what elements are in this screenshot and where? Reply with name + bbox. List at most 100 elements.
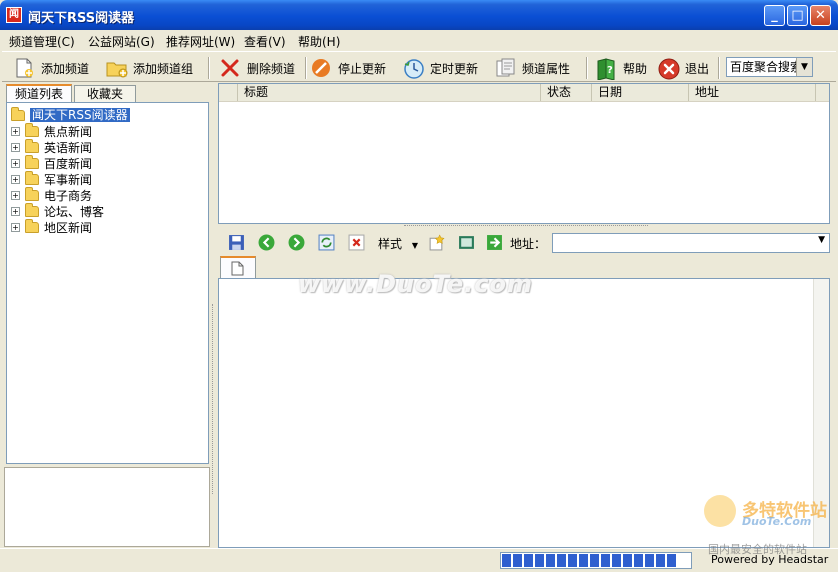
close-button[interactable]: ✕ (810, 5, 831, 26)
forward-icon[interactable] (288, 234, 305, 251)
folder-icon (25, 138, 39, 153)
list-header: 标题 状态 日期 地址 (219, 84, 829, 102)
new-document-icon (14, 58, 34, 78)
menu-channel-management[interactable]: 频道管理(C) (9, 33, 75, 50)
tree-root-item[interactable]: 闻天下RSS阅读器 (11, 106, 130, 123)
expand-icon[interactable]: + (11, 206, 20, 216)
vertical-splitter[interactable] (211, 84, 217, 548)
progress-block (546, 554, 555, 567)
folder-icon (25, 186, 39, 201)
menu-public-sites[interactable]: 公益网站(G) (88, 33, 155, 50)
address-input[interactable]: ▼ (552, 233, 830, 253)
expand-icon[interactable]: + (11, 174, 20, 184)
menu-recommended-urls[interactable]: 推荐网址(W) (166, 33, 235, 50)
menu-help[interactable]: 帮助(H) (298, 33, 340, 50)
progress-block (579, 554, 588, 567)
expand-icon[interactable]: + (11, 126, 20, 136)
exit-label: 退出 (685, 61, 710, 76)
column-header-blank[interactable] (219, 84, 238, 101)
help-label: 帮助 (623, 61, 648, 76)
delete-x-icon (220, 58, 240, 78)
column-header-title[interactable]: 标题 (238, 84, 541, 101)
folder-icon (25, 218, 39, 233)
window-title: 闻天下RSS阅读器 (28, 11, 135, 26)
expand-icon[interactable]: + (11, 222, 20, 232)
blank-page-icon (231, 261, 244, 276)
properties-icon (495, 58, 515, 78)
add-channel-button[interactable]: 添加频道 (14, 56, 89, 80)
channel-properties-label: 频道属性 (522, 61, 571, 76)
timed-update-label: 定时更新 (430, 61, 479, 76)
fullscreen-icon[interactable] (458, 234, 475, 251)
tree-item[interactable]: + 电子商务 (11, 186, 93, 203)
channel-tree[interactable]: 闻天下RSS阅读器 + 焦点新闻 + 英语新闻 + 百度新闻 + 军事新闻 + 电子商务 … (6, 102, 209, 464)
tree-item-label: 电子商务 (44, 188, 93, 203)
tree-item[interactable]: + 英语新闻 (11, 138, 92, 155)
menu-view[interactable]: 查看(V) (244, 33, 286, 50)
expand-icon[interactable]: + (11, 190, 20, 200)
column-header-address[interactable]: 地址 (689, 84, 816, 101)
go-icon[interactable] (486, 234, 503, 251)
app-icon[interactable]: 闻 (6, 7, 22, 23)
save-icon[interactable] (228, 234, 245, 251)
expand-icon[interactable]: + (11, 158, 20, 168)
exit-button[interactable]: 退出 (658, 56, 709, 80)
maximize-button[interactable]: □ (787, 5, 808, 26)
progress-block (634, 554, 643, 567)
back-icon[interactable] (258, 234, 275, 251)
channel-properties-button[interactable]: 频道属性 (495, 56, 570, 80)
menu-bar: 频道管理(C) 公益网站(G) 推荐网址(W) 查看(V) 帮助(H) (0, 30, 838, 50)
watermark-note: 国内最安全的软件站 (708, 543, 807, 556)
tree-item[interactable]: + 焦点新闻 (11, 122, 92, 139)
chevron-down-icon[interactable]: ▼ (818, 235, 825, 245)
tree-item[interactable]: + 军事新闻 (11, 170, 92, 187)
horizontal-splitter[interactable] (218, 224, 830, 230)
style-label: 样式 (378, 237, 403, 251)
help-button[interactable]: ? 帮助 (596, 56, 648, 81)
tree-item[interactable]: + 论坛、博客 (11, 202, 104, 219)
progress-block (568, 554, 577, 567)
progress-block (535, 554, 544, 567)
folder-icon (25, 154, 39, 169)
help-book-icon: ? (596, 58, 616, 81)
progress-block (645, 554, 654, 567)
expand-icon[interactable]: + (11, 142, 20, 152)
browser-tab[interactable] (220, 256, 256, 278)
delete-channel-button[interactable]: 删除频道 (220, 56, 295, 80)
column-header-date[interactable]: 日期 (592, 84, 689, 101)
toolbar-separator (305, 57, 307, 79)
add-channel-label: 添加频道 (41, 61, 90, 76)
progress-block (524, 554, 533, 567)
stop-page-icon[interactable] (348, 234, 365, 251)
splitter-grip[interactable] (212, 304, 216, 494)
tree-item[interactable]: + 地区新闻 (11, 218, 93, 235)
title-bar[interactable]: 闻 闻天下RSS阅读器 _ □ ✕ (0, 0, 838, 30)
tree-item-label: 地区新闻 (44, 220, 93, 235)
watermark-sub: DuoTe.Com (742, 515, 812, 528)
search-engine-select[interactable]: 百度聚合搜索 ▼ (726, 57, 813, 77)
svg-text:?: ? (607, 65, 613, 76)
chevron-down-icon[interactable]: ▼ (796, 58, 812, 76)
tab-channel-list[interactable]: 频道列表 (6, 84, 72, 103)
tree-item[interactable]: + 百度新闻 (11, 154, 92, 171)
stop-update-label: 停止更新 (338, 61, 387, 76)
progress-block (623, 554, 632, 567)
folder-icon (25, 122, 39, 137)
refresh-icon[interactable] (318, 234, 335, 251)
style-menu[interactable]: 样式 ▼ (378, 235, 418, 252)
timed-update-button[interactable]: 定时更新 (403, 56, 478, 80)
add-favorite-icon[interactable] (428, 234, 445, 251)
progress-block (612, 554, 621, 567)
tree-root-label: 闻天下RSS阅读器 (30, 108, 130, 122)
close-icon: ✕ (815, 8, 826, 23)
minimize-button[interactable]: _ (764, 5, 785, 26)
tab-favorites[interactable]: 收藏夹 (74, 85, 136, 103)
add-channel-group-button[interactable]: 添加频道组 (106, 56, 193, 80)
stop-update-button[interactable]: 停止更新 (311, 56, 386, 80)
progress-block (557, 554, 566, 567)
progress-block (502, 554, 511, 567)
article-list[interactable]: 标题 状态 日期 地址 (218, 83, 830, 224)
folder-icon (25, 170, 39, 185)
splitter-grip[interactable] (404, 225, 648, 229)
column-header-status[interactable]: 状态 (541, 84, 592, 101)
